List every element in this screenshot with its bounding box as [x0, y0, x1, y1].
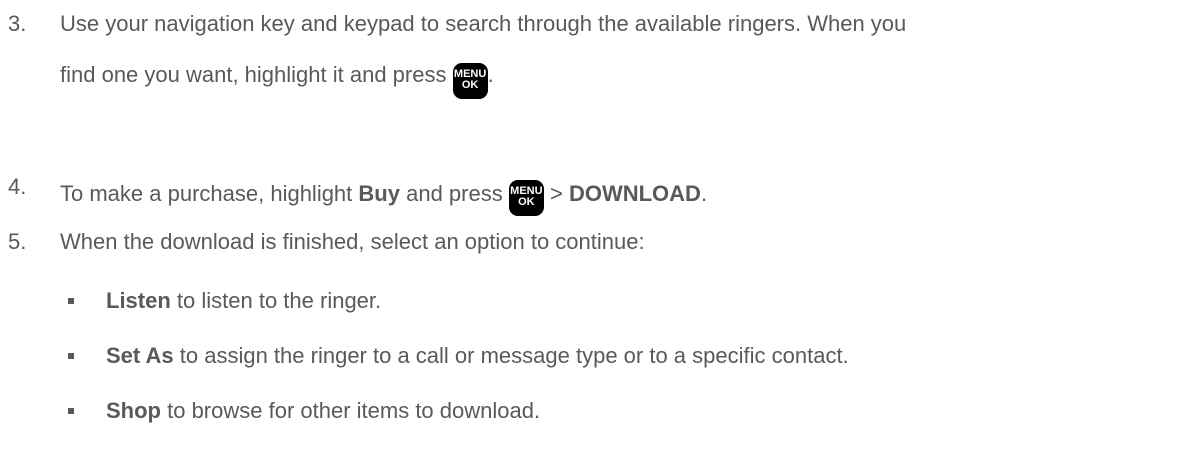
bullet-listen-bold: Listen [106, 288, 171, 313]
bullet-shop-bold: Shop [106, 398, 161, 423]
step-3-number: 3. [8, 11, 27, 36]
bullet-marker [68, 298, 74, 304]
menu-ok-key-bottom-label: OK [461, 79, 479, 91]
bullet-listen-text: to listen to the ringer. [170, 288, 382, 313]
bullet-listen: Listen to listen to the ringer. [106, 290, 381, 312]
bullet-set-as: Set As to assign the ringer to a call or… [106, 345, 849, 367]
step-3-line-1: Use your navigation key and keypad to se… [60, 11, 907, 36]
step-4-line: To make a purchase, highlight Buy and pr… [60, 176, 708, 216]
step-3-line-2-tail: . [487, 62, 494, 87]
bullet-set-as-bold: Set As [106, 343, 174, 368]
menu-ok-key-icon: MENU OK [452, 63, 488, 99]
bullet-shop-text: to browse for other items to download. [161, 398, 541, 423]
step-4-mid: and press [406, 181, 503, 206]
step-3-line-2-text: find one you want, highlight it and pres… [60, 62, 447, 87]
step-4-gt: > [549, 181, 563, 206]
step-5-line: When the download is finished, select an… [60, 229, 645, 254]
step-4-tail: . [700, 181, 708, 206]
step-4-number: 4. [8, 174, 27, 199]
menu-ok-key-icon: MENU OK [508, 180, 544, 216]
step-5-number: 5. [8, 229, 27, 254]
bullet-set-as-text: to assign the ringer to a call or messag… [173, 343, 849, 368]
menu-ok-key-bottom-label: OK [518, 196, 535, 208]
step-4-buy: Buy [358, 181, 400, 206]
bullet-shop: Shop to browse for other items to downlo… [106, 400, 540, 422]
bullet-marker [68, 408, 74, 414]
step-4-pre: To make a purchase, highlight [60, 181, 353, 206]
step-3-line-2: find one you want, highlight it and pres… [60, 57, 494, 99]
step-4-download: DOWNLOAD [568, 181, 701, 206]
bullet-marker [68, 353, 74, 359]
